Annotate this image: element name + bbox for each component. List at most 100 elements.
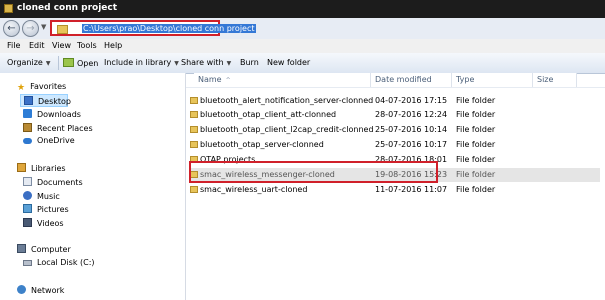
menu-edit[interactable]: Edit [29, 41, 45, 50]
file-type: File folder [456, 185, 496, 194]
nav-label: Recent Places [37, 124, 93, 133]
nav-label: Music [37, 192, 60, 201]
share-with-button[interactable]: Share with ▼ [181, 58, 231, 67]
nav-recent-places[interactable]: Recent Places [23, 123, 93, 133]
column-header-size[interactable]: Size [533, 73, 577, 87]
navigation-pane: ★ Favorites Desktop Downloads Recent Plac… [0, 73, 186, 300]
folder-icon [4, 4, 13, 13]
dropdown-arrow-icon: ▼ [174, 60, 179, 67]
menu-view[interactable]: View [52, 41, 71, 50]
file-list: Name ^ Date modified Type Size bluetooth_… [186, 73, 605, 300]
nav-label: Network [31, 286, 65, 295]
nav-label: Pictures [37, 205, 69, 214]
file-date: 25-07-2016 10:17 [375, 140, 448, 149]
file-type: File folder [456, 170, 496, 179]
header-divider [186, 87, 605, 88]
nav-label: Desktop [38, 97, 71, 106]
back-button[interactable]: ← [3, 20, 20, 37]
dropdown-arrow-icon: ▼ [226, 60, 232, 67]
folder-icon [190, 186, 198, 193]
menu-help[interactable]: Help [104, 41, 122, 50]
menu-tools[interactable]: Tools [77, 41, 97, 50]
highlight-annotation-box [189, 161, 438, 183]
file-date: 25-07-2016 10:14 [375, 125, 448, 134]
hard-drive-icon [23, 260, 32, 266]
recent-places-icon [23, 123, 32, 132]
forward-button[interactable]: → [22, 20, 39, 37]
nav-pictures[interactable]: Pictures [23, 204, 69, 214]
nav-desktop[interactable]: Desktop [20, 94, 71, 107]
file-type: File folder [456, 125, 496, 134]
recent-pages-chevron-icon[interactable]: ▼ [41, 23, 46, 31]
table-row[interactable]: smac_wireless_uart-cloned 11-07-2016 11:… [190, 183, 600, 197]
address-bar[interactable]: C:\Users\prao\Desktop\cloned conn projec… [50, 20, 256, 36]
file-date: 28-07-2016 12:24 [375, 110, 448, 119]
folder-icon [190, 97, 198, 104]
documents-icon [23, 177, 32, 186]
command-bar: Organize ▼ Open Include in library ▼ Share… [0, 53, 605, 74]
star-icon: ★ [17, 83, 26, 93]
new-folder-button[interactable]: New folder [267, 58, 310, 67]
open-icon [63, 58, 74, 67]
nav-label: Favorites [30, 82, 67, 91]
column-header-type[interactable]: Type [452, 73, 533, 87]
table-row[interactable]: bluetooth_alert_notification_server-clon… [190, 94, 600, 108]
open-label: Open [77, 59, 99, 68]
organize-label: Organize [7, 58, 43, 67]
computer-icon [17, 244, 26, 253]
folder-icon [57, 25, 68, 34]
nav-libraries[interactable]: Libraries [17, 163, 66, 173]
menu-bar: File Edit View Tools Help [0, 39, 605, 53]
toolbar-divider [58, 56, 59, 70]
organize-button[interactable]: Organize ▼ [7, 58, 50, 67]
onedrive-icon [23, 138, 32, 144]
nav-onedrive[interactable]: OneDrive [23, 136, 75, 145]
file-date: 04-07-2016 17:15 [375, 96, 448, 105]
file-type: File folder [456, 140, 496, 149]
folder-icon [190, 111, 198, 118]
downloads-icon [23, 109, 32, 118]
nav-videos[interactable]: Videos [23, 218, 64, 228]
nav-network[interactable]: Network [17, 285, 64, 295]
nav-computer[interactable]: Computer [17, 244, 71, 254]
file-type: File folder [456, 110, 496, 119]
nav-label: Computer [31, 245, 71, 254]
table-row[interactable]: bluetooth_otap_client_att-clonned 28-07-… [190, 108, 600, 122]
include-label: Include in library [104, 58, 172, 67]
nav-label: Downloads [37, 110, 81, 119]
nav-favorites[interactable]: ★ Favorites [17, 82, 66, 93]
burn-button[interactable]: Burn [240, 58, 259, 67]
column-label: Name [198, 75, 222, 84]
file-type: File folder [456, 96, 496, 105]
file-type: File folder [456, 155, 496, 164]
network-icon [17, 285, 26, 294]
nav-documents[interactable]: Documents [23, 177, 83, 187]
title-bar: cloned conn project [0, 0, 605, 18]
nav-label: Documents [37, 178, 83, 187]
desktop-icon [24, 96, 33, 105]
table-row[interactable]: bluetooth_otap_server-clonned 25-07-2016… [190, 138, 600, 152]
file-date: 11-07-2016 11:07 [375, 185, 448, 194]
column-header-date-modified[interactable]: Date modified [371, 73, 452, 87]
address-row: ← → ▼ C:\Users\prao\Desktop\cloned conn … [0, 18, 605, 39]
file-name: bluetooth_alert_notification_server-clon… [200, 96, 374, 105]
dropdown-arrow-icon: ▼ [45, 60, 51, 67]
nav-label: Videos [37, 219, 64, 228]
open-button[interactable]: Open [63, 58, 98, 68]
share-label: Share with [181, 58, 224, 67]
file-name: smac_wireless_uart-cloned [200, 185, 308, 194]
include-in-library-button[interactable]: Include in library ▼ [104, 58, 179, 67]
folder-icon [190, 126, 198, 133]
table-row[interactable]: bluetooth_otap_client_l2cap_credit-clonn… [190, 123, 600, 137]
nav-label: Libraries [31, 164, 66, 173]
nav-label: Local Disk (C:) [37, 258, 95, 267]
column-header-name[interactable]: Name ^ [194, 73, 371, 87]
menu-file[interactable]: File [7, 41, 20, 50]
nav-downloads[interactable]: Downloads [23, 109, 81, 119]
nav-music[interactable]: Music [23, 191, 60, 201]
libraries-icon [17, 163, 26, 172]
videos-icon [23, 218, 32, 227]
file-name: bluetooth_otap_client_att-clonned [200, 110, 337, 119]
address-path[interactable]: C:\Users\prao\Desktop\cloned conn projec… [82, 24, 256, 33]
nav-local-disk[interactable]: Local Disk (C:) [23, 258, 95, 267]
